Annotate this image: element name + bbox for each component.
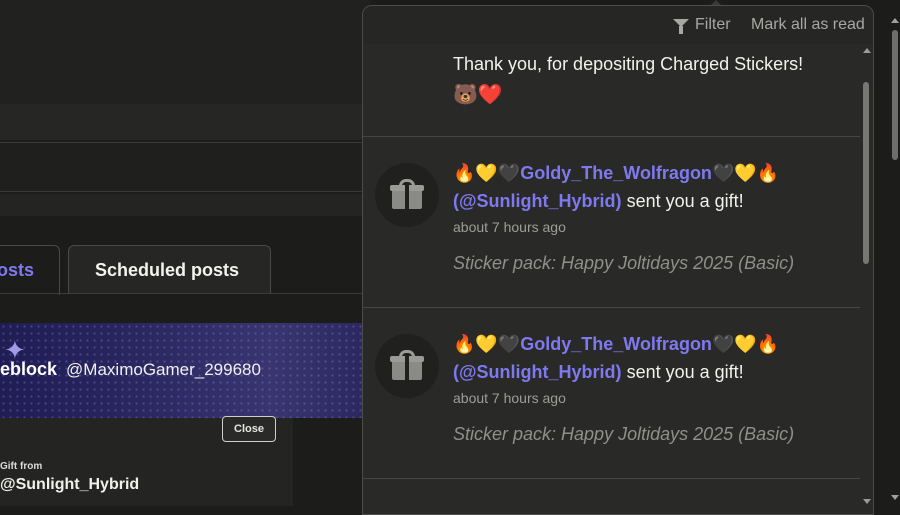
notification-emoji: 🐻❤️ xyxy=(453,84,503,106)
notification-sender-line: 🔥💛🖤Goldy_The_Wolfragon🖤💛🔥 xyxy=(453,163,779,184)
post-input[interactable] xyxy=(0,142,363,192)
filter-button[interactable]: Filter xyxy=(673,16,731,34)
notification-detail: Sticker pack: Happy Joltidays 2025 (Basi… xyxy=(453,424,795,444)
notification-detail: Sticker pack: Happy Joltidays 2025 (Basi… xyxy=(453,253,795,273)
notification-text: Thank you, for depositing Charged Sticke… xyxy=(453,54,804,74)
sender-username[interactable]: Goldy_The_Wolfragon xyxy=(520,334,712,354)
mark-all-read-button[interactable]: Mark all as read xyxy=(751,16,865,34)
scrollbar-thumb[interactable] xyxy=(892,30,898,160)
scrollbar-thumb[interactable] xyxy=(863,82,869,264)
notification-action: sent you a gift! xyxy=(626,362,744,382)
notification-item[interactable]: Thank you, for depositing Charged Sticke… xyxy=(363,44,860,136)
scroll-up-icon[interactable] xyxy=(891,18,899,23)
filter-label: Filter xyxy=(695,16,731,33)
tab-scheduled-posts[interactable]: Scheduled posts xyxy=(68,245,271,293)
gift-icon xyxy=(390,350,424,380)
banner-handle: @MaximoGamer_299680 xyxy=(66,360,261,379)
gift-icon xyxy=(390,179,424,209)
divider xyxy=(363,478,860,479)
gift-from-handle: @Sunlight_Hybrid xyxy=(0,476,140,493)
avatar xyxy=(375,163,439,227)
prefix-emoji: 🔥💛🖤 xyxy=(453,163,521,183)
notification-item[interactable]: 🔥💛🖤Goldy_The_Wolfragon🖤💛🔥 (@Sunlight_Hyb… xyxy=(363,308,860,478)
scroll-down-icon[interactable] xyxy=(863,499,871,504)
subheader-band xyxy=(0,104,370,140)
profile-banner: ✦ eblock @MaximoGamer_299680 xyxy=(0,323,362,418)
suffix-emoji: 🖤💛🔥 xyxy=(711,163,780,183)
notifications-panel: Filter Mark all as read Thank you, for d… xyxy=(362,5,874,515)
notification-time: about 7 hours ago xyxy=(453,219,566,235)
banner-user: eblock @MaximoGamer_299680 xyxy=(0,359,261,380)
notification-sender-line: 🔥💛🖤Goldy_The_Wolfragon🖤💛🔥 xyxy=(453,334,779,355)
notifications-scrollbar[interactable] xyxy=(861,44,873,514)
notifications-list: Thank you, for depositing Charged Sticke… xyxy=(363,44,860,514)
close-button[interactable]: Close xyxy=(222,416,276,442)
tab-posts[interactable]: osts xyxy=(0,245,60,295)
page-scrollbar[interactable] xyxy=(890,0,900,506)
banner-display-name: eblock xyxy=(0,359,58,379)
notification-action-line: (@Sunlight_Hybrid) sent you a gift! xyxy=(453,191,744,212)
scroll-down-icon[interactable] xyxy=(891,495,899,500)
prefix-emoji: 🔥💛🖤 xyxy=(453,334,521,354)
notification-action: sent you a gift! xyxy=(626,191,744,211)
sender-username[interactable]: Goldy_The_Wolfragon xyxy=(520,163,712,183)
header-band xyxy=(0,0,370,104)
sender-handle[interactable]: (@Sunlight_Hybrid) xyxy=(453,191,622,211)
toolbar-strip xyxy=(0,194,370,216)
notification-item[interactable]: 🔥💛🖤Goldy_The_Wolfragon🖤💛🔥 (@Sunlight_Hyb… xyxy=(363,137,860,307)
avatar xyxy=(375,334,439,398)
sender-handle[interactable]: (@Sunlight_Hybrid) xyxy=(453,362,622,382)
notification-action-line: (@Sunlight_Hybrid) sent you a gift! xyxy=(453,362,744,383)
tab-divider xyxy=(0,293,370,294)
suffix-emoji: 🖤💛🔥 xyxy=(711,334,780,354)
notifications-header: Filter Mark all as read xyxy=(363,6,873,44)
notification-time: about 7 hours ago xyxy=(453,390,566,406)
filter-icon xyxy=(673,19,689,34)
scroll-up-icon[interactable] xyxy=(863,48,871,53)
gift-from-label: Gift from xyxy=(0,461,43,472)
